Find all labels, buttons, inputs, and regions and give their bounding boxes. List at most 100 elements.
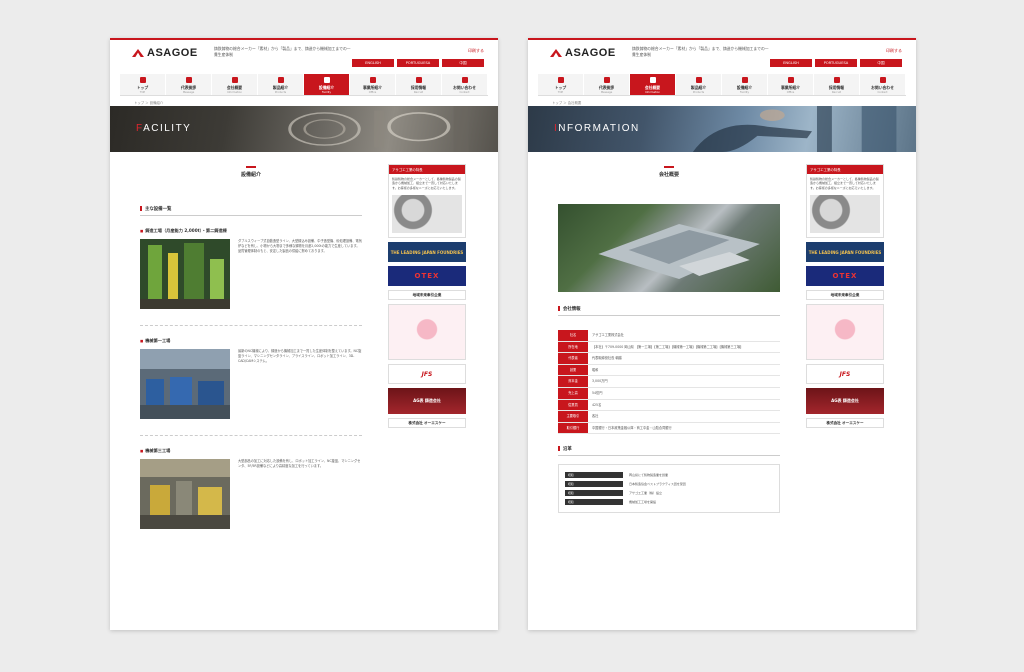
- nav-top[interactable]: トップ TOP: [538, 74, 584, 95]
- site-header: ASAGOE 鋳鉄鋳物の総合メーカー「素材」から「製品」まで、鋳造から機械加工ま…: [528, 40, 916, 72]
- info-row: 資本金 3,000万円: [558, 375, 780, 388]
- feature-box-heading: アサゴエ工業の特長: [389, 165, 465, 174]
- nav-sub: Information: [226, 91, 242, 94]
- nav-recruit[interactable]: 採用情報 Recruit: [396, 74, 442, 95]
- lang-portuguese-button[interactable]: PORTUGUESA: [815, 59, 857, 67]
- info-label: 従業員: [558, 399, 588, 412]
- people-icon: [833, 77, 840, 83]
- regional-leader-banner[interactable]: 地域未来牽引企業: [806, 290, 884, 301]
- nav-sub: Products: [692, 91, 705, 94]
- lang-chinese-button[interactable]: 中国: [442, 59, 484, 67]
- nav-recruit[interactable]: 採用情報 Recruit: [814, 74, 860, 95]
- mail-icon: [879, 77, 886, 83]
- company-info-table: 社名 アサゴエ工業株式会社 所在地 【本社】〒709-0000 岡山県 【第一工場】【…: [558, 330, 780, 435]
- mascot-banner[interactable]: [388, 304, 466, 361]
- history-row: 昭和 岡山県にて鋳物製造業を創業: [565, 472, 773, 479]
- facility-list-heading: 主な設備一覧: [140, 206, 362, 216]
- history-date: 昭和: [565, 481, 623, 488]
- nav-message[interactable]: 代表挨拶 Message: [166, 74, 212, 95]
- main-content: 設備紹介 主な設備一覧 鋳造工場（月産能力 2,000t）・第二鋳造棟 ダブルス…: [140, 152, 362, 529]
- history-row: 昭和 日本鋳造協会ベストプラクティス賞を受賞: [565, 481, 773, 488]
- facility-item: ダブルスウィーブ式自動造型ライン、大型鋳込み設備、中子造型機、砂処理設備、電気炉…: [140, 239, 362, 309]
- jfs-banner[interactable]: JFS: [388, 364, 466, 385]
- tools-icon: [323, 77, 330, 83]
- mascot-banner[interactable]: [806, 304, 884, 361]
- person-icon: [185, 77, 192, 83]
- breadcrumb: トップ ＞ 設備紹介: [134, 101, 164, 105]
- nav-information[interactable]: 会社概要 Information: [630, 74, 676, 95]
- logo[interactable]: ASAGOE: [132, 47, 198, 59]
- ag-banner[interactable]: AG表 鋳造会社: [388, 388, 466, 415]
- nav-message[interactable]: 代表挨拶 Message: [584, 74, 630, 95]
- hero-banner: INFORMATION: [528, 106, 916, 152]
- main-content: 会社概要 会社情報 社名 アサゴエ工業株式会社 所在地 【本社】〒709-0000 岡…: [558, 152, 780, 514]
- lang-portuguese-button[interactable]: PORTUGUESA: [397, 59, 439, 67]
- osk-banner[interactable]: 株式会社 オーエスケー: [806, 418, 884, 429]
- osk-banner[interactable]: 株式会社 オーエスケー: [388, 418, 466, 429]
- info-label: 創業: [558, 364, 588, 377]
- otex-banner[interactable]: OTEX: [806, 266, 884, 287]
- regional-leader-banner[interactable]: 地域未来牽引企業: [388, 290, 466, 301]
- history-heading: 沿革: [558, 446, 780, 457]
- ag-banner[interactable]: AG表 鋳造会社: [806, 388, 884, 415]
- hero-title: FACILITY: [136, 123, 191, 134]
- home-icon: [139, 77, 146, 83]
- tools-icon: [741, 77, 748, 83]
- print-link[interactable]: 印刷する: [886, 48, 902, 54]
- lang-english-button[interactable]: ENGLISH: [770, 59, 812, 67]
- hero-banner: FACILITY: [110, 106, 498, 152]
- nav-facility[interactable]: 設備紹介 Facility: [722, 74, 768, 95]
- facility-title: 機械第一工場: [140, 338, 362, 344]
- lang-english-button[interactable]: ENGLISH: [352, 59, 394, 67]
- otex-banner[interactable]: OTEX: [388, 266, 466, 287]
- history-date: 昭和: [565, 472, 623, 479]
- print-link[interactable]: 印刷する: [468, 48, 484, 54]
- history-date: 昭和: [565, 499, 623, 506]
- language-switcher: ENGLISH PORTUGUESA 中国: [770, 59, 902, 67]
- map-pin-icon: [787, 77, 794, 83]
- logo-mark-icon: [132, 49, 144, 57]
- building-icon: [649, 77, 656, 83]
- history-text: 岡山県にて鋳物製造業を創業: [629, 473, 669, 478]
- jfs-banner[interactable]: JFS: [806, 364, 884, 385]
- site-header: ASAGOE 鋳鉄鋳物の総合メーカー「素材」から「製品」まで、鋳造から機械加工ま…: [110, 40, 498, 72]
- facility-description: 大型部品の加工に対応した設備を有し、ロボット加工ライン、NC旋盤、マシニングセン…: [238, 459, 361, 468]
- feature-box[interactable]: アサゴエ工業の特長 鋳鉄鋳物の総合メーカーとして、各種鋳物製品の製造から機械加工…: [388, 164, 466, 239]
- nav-products[interactable]: 製品紹介 Products: [258, 74, 304, 95]
- nav-products[interactable]: 製品紹介 Products: [676, 74, 722, 95]
- hero-title: INFORMATION: [554, 123, 640, 134]
- global-nav: トップ TOP 代表挨拶 Message 会社概要 Information 製品紹介 P…: [120, 74, 488, 96]
- logo[interactable]: ASAGOE: [550, 47, 616, 59]
- info-row: 売上高 54億円: [558, 387, 780, 400]
- nav-sub: Message: [182, 91, 195, 94]
- nav-contact[interactable]: お問い合わせ Contact: [442, 74, 488, 95]
- nav-office[interactable]: 事業所紹介 Office: [350, 74, 396, 95]
- feature-box[interactable]: アサゴエ工業の特長 鋳鉄鋳物の総合メーカーとして、各種鋳物製品の製造から機械加工…: [806, 164, 884, 239]
- nav-sub: Facility: [740, 91, 749, 94]
- info-value: アサゴエ工業株式会社: [588, 330, 780, 342]
- info-row: 従業員 425名: [558, 399, 780, 412]
- nav-sub: Message: [600, 91, 613, 94]
- building-icon: [231, 77, 238, 83]
- history-text: 機械加工工場を開設: [629, 500, 657, 505]
- nav-office[interactable]: 事業所紹介 Office: [768, 74, 814, 95]
- facility-title: 機械第三工場: [140, 448, 362, 454]
- info-value: 代表取締役社長 朝越: [588, 352, 780, 365]
- lang-chinese-button[interactable]: 中国: [860, 59, 902, 67]
- nav-contact[interactable]: お問い合わせ Contact: [860, 74, 906, 95]
- nav-information[interactable]: 会社概要 Information: [212, 74, 258, 95]
- language-switcher: ENGLISH PORTUGUESA 中国: [352, 59, 484, 67]
- info-label: 所在地: [558, 341, 588, 354]
- gear-icon: [277, 77, 284, 83]
- company-info-heading: 会社情報: [558, 306, 780, 316]
- leading-foundries-banner[interactable]: THE LEADING JAPAN FOUNDRIES: [806, 242, 884, 263]
- history-date: 昭和: [565, 490, 623, 497]
- sidebar: アサゴエ工業の特長 鋳鉄鋳物の総合メーカーとして、各種鋳物製品の製造から機械加工…: [388, 164, 466, 429]
- feature-box-text: 鋳鉄鋳物の総合メーカーとして、各種鋳物製品の製造から機械加工、組立まで一貫して対…: [392, 177, 461, 190]
- nav-top[interactable]: トップ TOP: [120, 74, 166, 95]
- leading-foundries-banner[interactable]: THE LEADING JAPAN FOUNDRIES: [388, 242, 466, 263]
- logo-text: ASAGOE: [147, 47, 198, 59]
- nav-facility[interactable]: 設備紹介 Facility: [304, 74, 350, 95]
- facility-description: ダブルスウィーブ式自動造型ライン、大型鋳込み設備、中子造型機、砂処理設備、電気炉…: [238, 239, 362, 253]
- person-icon: [603, 77, 610, 83]
